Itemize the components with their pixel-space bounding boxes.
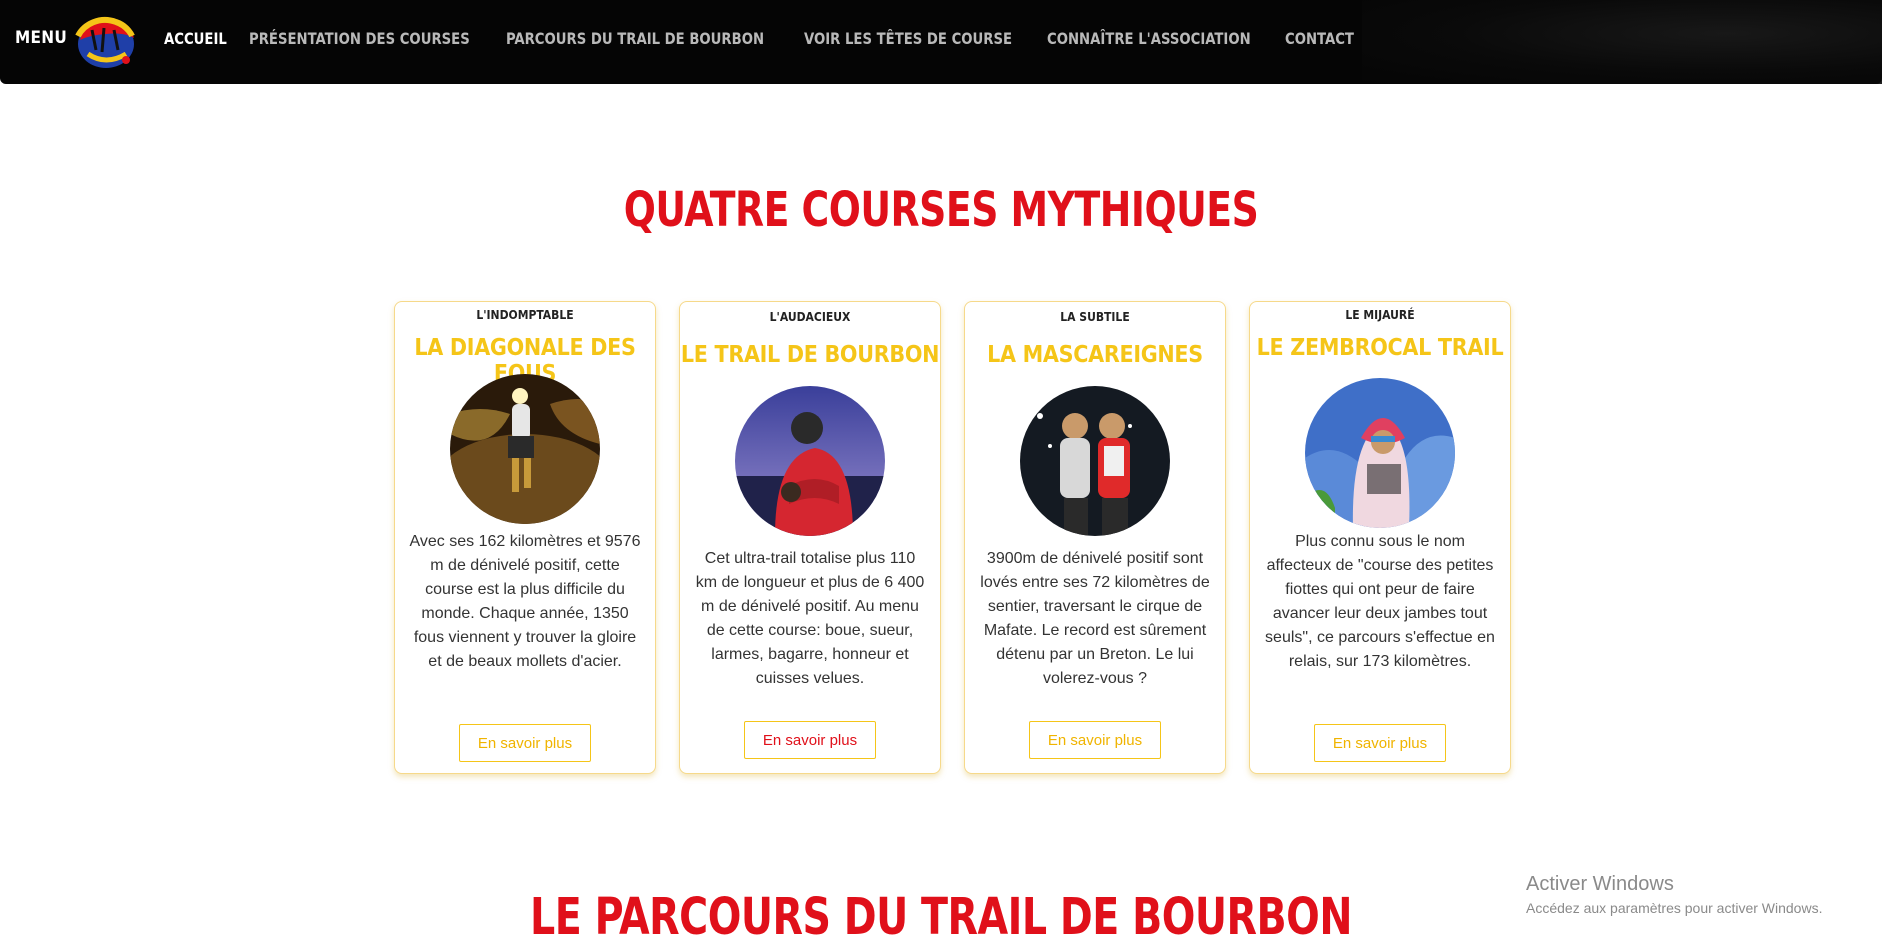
main-navigation: ACCUEIL PRÉSENTATION DES COURSES PARCOUR… (164, 29, 1377, 48)
nav-link-contact[interactable]: CONTACT (1285, 29, 1354, 48)
race-card-diagonale: L'INDOMPTABLE LA DIAGONALE DES FOUS Avec… (394, 301, 656, 774)
nav-link-tetes-de-course[interactable]: VOIR LES TÊTES DE COURSE (804, 29, 1012, 48)
windows-activation-watermark: Activer Windows Accédez aux paramètres p… (1526, 873, 1822, 916)
windows-activation-title: Activer Windows (1526, 873, 1674, 895)
race-kicker: L'AUDACIEUX (769, 310, 851, 324)
race-kicker: LA SUBTILE (1060, 310, 1130, 324)
nav-link-accueil[interactable]: ACCUEIL (164, 29, 227, 48)
en-savoir-plus-button[interactable]: En savoir plus (459, 724, 591, 762)
grand-raid-logo[interactable] (70, 10, 142, 72)
race-name: LE ZEMBROCAL TRAIL (1256, 335, 1504, 361)
race-description: 3900m de dénivelé positif sont lovés ent… (980, 550, 1210, 687)
nav-link-parcours-trail[interactable]: PARCOURS DU TRAIL DE BOURBON (506, 29, 764, 48)
en-savoir-plus-button[interactable]: En savoir plus (744, 721, 876, 759)
race-kicker: LE MIJAURÉ (1345, 308, 1415, 322)
menu-button[interactable]: MENU (15, 28, 67, 48)
runners-hug-photo (735, 386, 885, 536)
en-savoir-plus-button[interactable]: En savoir plus (1314, 724, 1446, 762)
hooded-runner-photo (1305, 378, 1455, 528)
two-runners-photo (1020, 386, 1170, 536)
race-card-zembrocal: LE MIJAURÉ LE ZEMBROCAL TRAIL Plus connu… (1249, 301, 1511, 774)
nav-link-presentation-courses[interactable]: PRÉSENTATION DES COURSES (249, 29, 470, 48)
night-trail-runner-photo (450, 374, 600, 524)
navbar-background-texture (1362, 0, 1882, 84)
windows-activation-subtitle: Accédez aux paramètres pour activer Wind… (1526, 900, 1823, 916)
race-description: Cet ultra-trail totalise plus 110 km de … (695, 550, 925, 687)
race-kicker: L'INDOMPTABLE (476, 308, 574, 322)
race-description: Plus connu sous le nom affecteux de "cou… (1265, 533, 1495, 670)
race-name: LE TRAIL DE BOURBON (680, 342, 940, 368)
race-name: LA MASCAREIGNES (987, 342, 1203, 368)
race-card-trail-bourbon: L'AUDACIEUX LE TRAIL DE BOURBON Cet ultr… (679, 301, 941, 774)
nav-link-association[interactable]: CONNAÎTRE L'ASSOCIATION (1047, 29, 1251, 48)
section-title-quatre-courses: QUATRE COURSES MYTHIQUES (623, 181, 1259, 238)
top-navbar: MENU ACCUEIL PRÉSENTATION DES COURSES PA… (0, 0, 1882, 84)
en-savoir-plus-button[interactable]: En savoir plus (1029, 721, 1161, 759)
race-card-mascareignes: LA SUBTILE LA MASCAREIGNES 3900m de déni… (964, 301, 1226, 774)
race-description: Avec ses 162 kilomètres et 9576 m de dén… (409, 533, 641, 670)
